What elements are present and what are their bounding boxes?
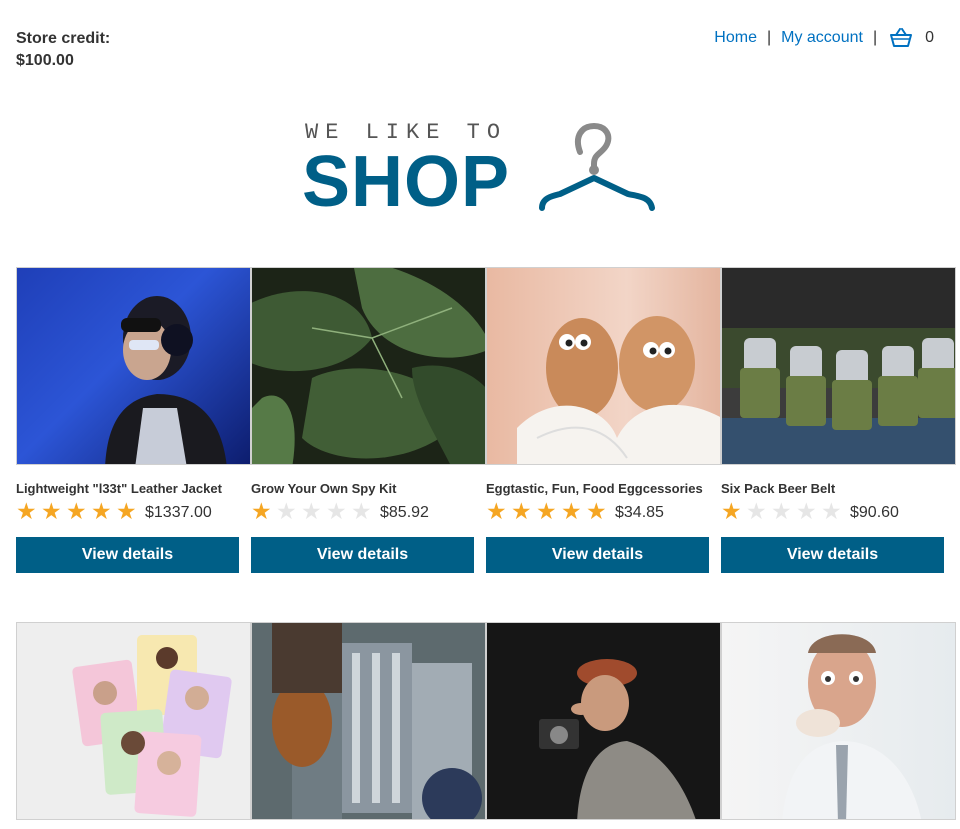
product-name: Eggtastic, Fun, Food Eggcessories <box>486 481 703 496</box>
star-rating: ★ ★ ★ ★ ★ <box>721 499 846 523</box>
product-image[interactable] <box>251 267 486 465</box>
star-icon: ★ <box>561 498 582 524</box>
view-details-button[interactable]: View details <box>721 537 944 573</box>
star-icon: ★ <box>351 498 372 524</box>
product-image[interactable] <box>486 267 721 465</box>
star-icon: ★ <box>116 498 137 524</box>
store-credit-value: $100.00 <box>16 52 74 69</box>
product-card: Six Pack Beer Belt ★ ★ ★ ★ ★ $90.60 View det… <box>721 267 956 573</box>
product-card <box>16 622 251 820</box>
star-icon: ★ <box>16 498 37 524</box>
product-image[interactable] <box>721 267 956 465</box>
star-rating: ★ ★ ★ ★ ★ <box>16 499 141 523</box>
top-nav: Home | My account | 0 <box>714 28 934 48</box>
star-icon: ★ <box>586 498 607 524</box>
product-image[interactable] <box>16 622 251 820</box>
my-account-link[interactable]: My account <box>781 28 863 48</box>
product-card <box>721 622 956 820</box>
star-icon: ★ <box>91 498 112 524</box>
view-details-button[interactable]: View details <box>251 537 474 573</box>
star-icon: ★ <box>721 498 742 524</box>
star-icon: ★ <box>821 498 842 524</box>
cart-icon[interactable] <box>889 28 913 48</box>
star-icon: ★ <box>251 498 272 524</box>
view-details-button[interactable]: View details <box>486 537 709 573</box>
star-icon: ★ <box>796 498 817 524</box>
star-rating: ★ ★ ★ ★ ★ <box>486 499 611 523</box>
nav-separator: | <box>766 29 772 46</box>
view-details-button[interactable]: View details <box>16 537 239 573</box>
star-icon: ★ <box>41 498 62 524</box>
product-image[interactable] <box>251 622 486 820</box>
product-image[interactable] <box>721 622 956 820</box>
home-link[interactable]: Home <box>714 28 757 48</box>
product-name: Lightweight "l33t" Leather Jacket <box>16 481 222 496</box>
nav-separator: | <box>872 29 878 46</box>
star-icon: ★ <box>301 498 322 524</box>
store-credit: Store credit: $100.00 <box>16 28 110 72</box>
product-price: $1337.00 <box>145 504 212 521</box>
star-rating: ★ ★ ★ ★ ★ <box>251 499 376 523</box>
product-name: Grow Your Own Spy Kit <box>251 481 397 496</box>
product-price: $85.92 <box>380 504 429 521</box>
product-name: Six Pack Beer Belt <box>721 481 836 496</box>
product-price: $34.85 <box>615 504 664 521</box>
star-icon: ★ <box>66 498 87 524</box>
hanger-icon <box>539 122 655 211</box>
star-icon: ★ <box>771 498 792 524</box>
star-icon: ★ <box>536 498 557 524</box>
star-icon: ★ <box>746 498 767 524</box>
logo-word: SHOP <box>302 142 511 222</box>
product-image[interactable] <box>486 622 721 820</box>
cart-count: 0 <box>925 29 934 46</box>
shop-logo[interactable]: WE LIKE TO SHOP <box>300 118 660 222</box>
star-icon: ★ <box>511 498 532 524</box>
product-card: Grow Your Own Spy Kit ★ ★ ★ ★ ★ $85.92 View … <box>251 267 486 573</box>
product-card: Lightweight "l33t" Leather Jacket ★ ★ ★ ★ ★ … <box>16 267 251 573</box>
product-price: $90.60 <box>850 504 899 521</box>
store-credit-label: Store credit: <box>16 30 111 47</box>
product-card <box>251 622 486 820</box>
product-card: Eggtastic, Fun, Food Eggcessories ★ ★ ★ ★ ★ … <box>486 267 721 573</box>
star-icon: ★ <box>326 498 347 524</box>
product-image[interactable] <box>16 267 251 465</box>
star-icon: ★ <box>486 498 507 524</box>
star-icon: ★ <box>276 498 297 524</box>
product-card <box>486 622 721 820</box>
